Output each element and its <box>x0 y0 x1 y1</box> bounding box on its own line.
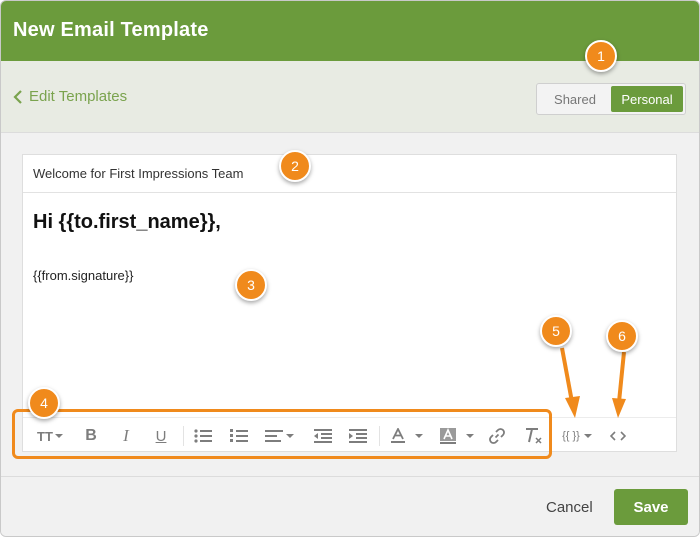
edit-templates-link[interactable]: Edit Templates <box>13 88 127 105</box>
dialog-footer: Cancel Save <box>1 476 699 536</box>
nav-bar: Edit Templates Shared Personal <box>1 61 699 133</box>
annotation-badge-5: 5 <box>540 315 572 347</box>
variables-icon: {{ }} <box>562 430 580 442</box>
annotation-badge-6: 6 <box>606 320 638 352</box>
annotation-badge-2: 2 <box>279 150 311 182</box>
annotation-badge-1: 1 <box>585 40 617 72</box>
annotation-badge-4: 4 <box>28 387 60 419</box>
cancel-button[interactable]: Cancel <box>546 499 593 516</box>
signature-placeholder: {{from.signature}} <box>33 268 134 283</box>
email-editor: Hi {{to.first_name}}, {{from.signature}}… <box>22 154 677 452</box>
greeting-text: Hi {{to.first_name}}, <box>33 211 221 233</box>
code-icon <box>610 431 626 441</box>
scope-toggle: Shared Personal <box>536 83 686 115</box>
shared-option[interactable]: Shared <box>539 86 611 112</box>
chevron-left-icon <box>13 89 22 104</box>
template-name-input[interactable] <box>23 155 676 193</box>
edit-templates-label: Edit Templates <box>29 88 128 105</box>
insert-variable-button[interactable]: {{ }} <box>561 426 593 446</box>
dialog-title: New Email Template <box>13 19 209 41</box>
personal-option[interactable]: Personal <box>611 86 683 112</box>
email-body[interactable]: Hi {{to.first_name}}, {{from.signature}} <box>33 211 666 283</box>
source-code-button[interactable] <box>608 426 628 446</box>
save-button[interactable]: Save <box>614 489 688 525</box>
toolbar-highlight-box <box>12 409 552 459</box>
annotation-badge-3: 3 <box>235 269 267 301</box>
caret-down-icon <box>583 434 592 438</box>
